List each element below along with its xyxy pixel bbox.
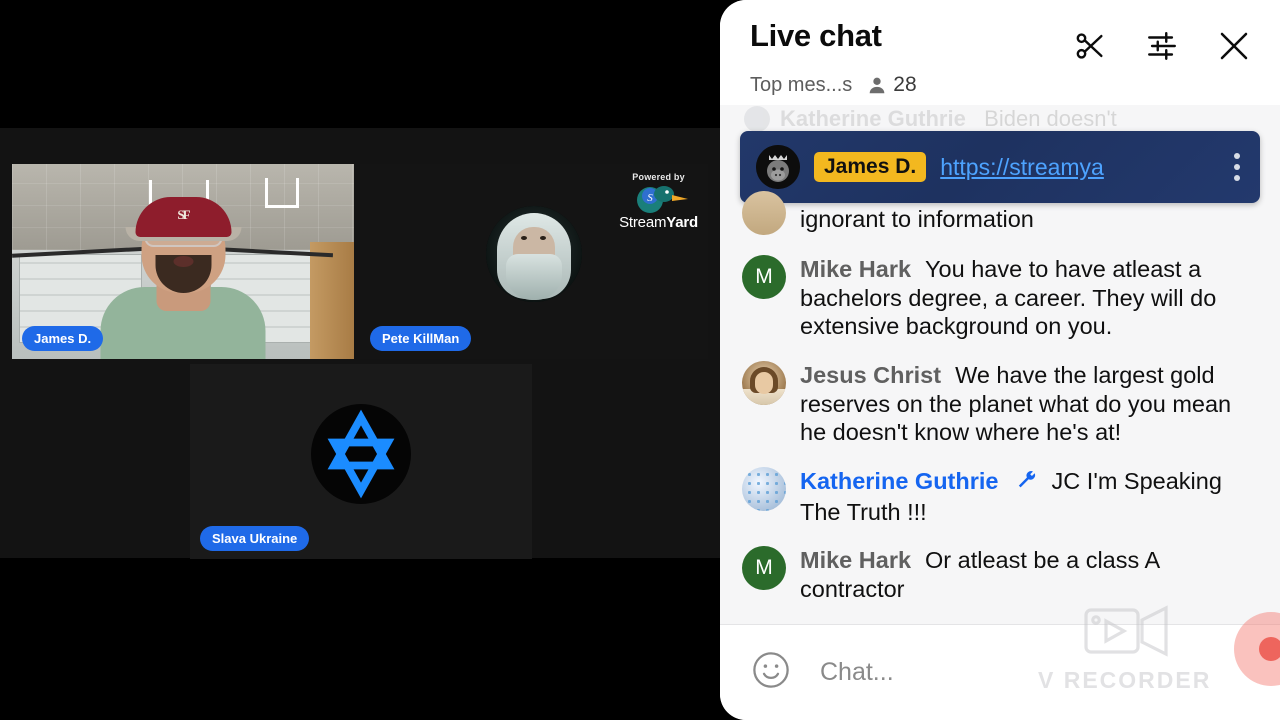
chat-message-item[interactable]: M Mike Hark Or atleast be a class A contr… [742, 536, 1258, 613]
avatar-initial: M [755, 556, 773, 580]
chat-input[interactable]: Chat... [820, 658, 894, 687]
chat-filter-label[interactable]: Top mes...s [750, 74, 852, 97]
message-body: Mike Hark You have to have atleast a bach… [800, 255, 1258, 341]
faded-avatar [744, 106, 770, 132]
nameplate-pete: Pete KillMan [370, 326, 472, 351]
message-author[interactable]: Mike Hark [800, 256, 911, 282]
message-body: Mike Hark Or atleast be a class A contrac… [800, 546, 1258, 603]
faded-message-body: Biden doesn't [984, 106, 1117, 131]
cap-logo-text: SF [177, 207, 190, 222]
chat-title: Live chat [750, 18, 882, 53]
streamyard-watermark: Powered by S StreamYard [619, 172, 698, 231]
avatar-initial: M [755, 265, 773, 288]
message-author[interactable]: Katherine Guthrie [800, 468, 998, 494]
message-avatar [742, 191, 786, 235]
message-body: Jesus Christ We have the largest gold res… [800, 361, 1258, 447]
sliders-icon[interactable] [1142, 26, 1182, 66]
chat-message-item[interactable]: M Mike Hark You have to have atleast a ba… [742, 245, 1258, 351]
wrench-icon [1016, 469, 1038, 498]
stage-grid: SF SF James D. [0, 128, 720, 559]
close-icon[interactable] [1214, 26, 1254, 66]
streamyard-brand: StreamYard [619, 214, 698, 231]
scissors-icon[interactable] [1070, 26, 1110, 66]
chat-header: Live chat Top mes...s 28 [720, 0, 1280, 105]
chat-message-item[interactable]: ignorant to information [742, 191, 1258, 245]
message-avatar: M [742, 546, 786, 591]
chat-subheader: Top mes...s 28 [750, 73, 1254, 97]
video-tile-pete[interactable]: Pete KillMan Powered by S StreamYard [360, 164, 708, 359]
pinned-message-banner[interactable]: James D. https://streamya [740, 131, 1260, 203]
faded-message-author: Katherine Guthrie [780, 106, 966, 131]
message-body: Katherine Guthrie JC I'm Speaking The Tr… [800, 467, 1258, 526]
chat-input-bar: Chat... [720, 624, 1280, 720]
faded-message-text: Katherine Guthrie Biden doesn't [780, 106, 1117, 132]
streamyard-duck-icon: S [628, 184, 690, 214]
streamyard-powered-by: Powered by [632, 172, 685, 182]
participant-avatar [486, 205, 582, 302]
participant-avatar-star [311, 403, 411, 504]
nameplate-slava: Slava Ukraine [200, 526, 310, 551]
kebab-menu-icon[interactable] [1230, 153, 1244, 181]
chat-message-item[interactable]: Jesus Christ We have the largest gold res… [742, 351, 1258, 457]
viewer-count-group: 28 [866, 73, 917, 97]
pinned-author-badge: James D. [814, 152, 927, 182]
viewer-count: 28 [893, 73, 917, 96]
message-author[interactable]: Jesus Christ [800, 362, 941, 388]
chat-message-item[interactable]: Katherine Guthrie JC I'm Speaking The Tr… [742, 457, 1258, 536]
live-chat-panel: Live chat Top mes...s 28 Katherine Guthr… [720, 0, 1280, 720]
message-author[interactable]: Mike Hark [800, 547, 911, 573]
smiley-icon[interactable] [750, 649, 792, 696]
person-icon [869, 77, 885, 94]
screen-root: SF SF James D. [0, 0, 1280, 720]
chat-message-area[interactable]: Katherine Guthrie Biden doesn't James D.… [720, 105, 1280, 624]
chat-message-list: ignorant to information M Mike Hark You h… [720, 191, 1280, 624]
nameplate-james: James D. [22, 326, 104, 351]
streamyard-brand-bold: Yard [666, 214, 698, 231]
streamyard-brand-light: Stream [619, 214, 667, 231]
pinned-message-link[interactable]: https://streamya [940, 154, 1104, 181]
video-stage: SF SF James D. [0, 0, 720, 720]
faded-message-row: Katherine Guthrie Biden doesn't [720, 105, 1280, 133]
pinned-author-avatar [756, 145, 800, 189]
gorilla-avatar-icon [756, 145, 800, 189]
chat-header-actions [1070, 20, 1254, 66]
message-avatar [742, 466, 786, 511]
message-avatar: M [742, 255, 786, 299]
video-tile-slava[interactable]: Slava Ukraine [190, 364, 532, 559]
message-avatar [742, 360, 786, 405]
message-text: ignorant to information [800, 206, 1034, 232]
svg-text:S: S [647, 192, 653, 204]
video-tile-webcam[interactable]: SF SF James D. [12, 164, 354, 359]
star-of-david-icon [327, 409, 395, 499]
